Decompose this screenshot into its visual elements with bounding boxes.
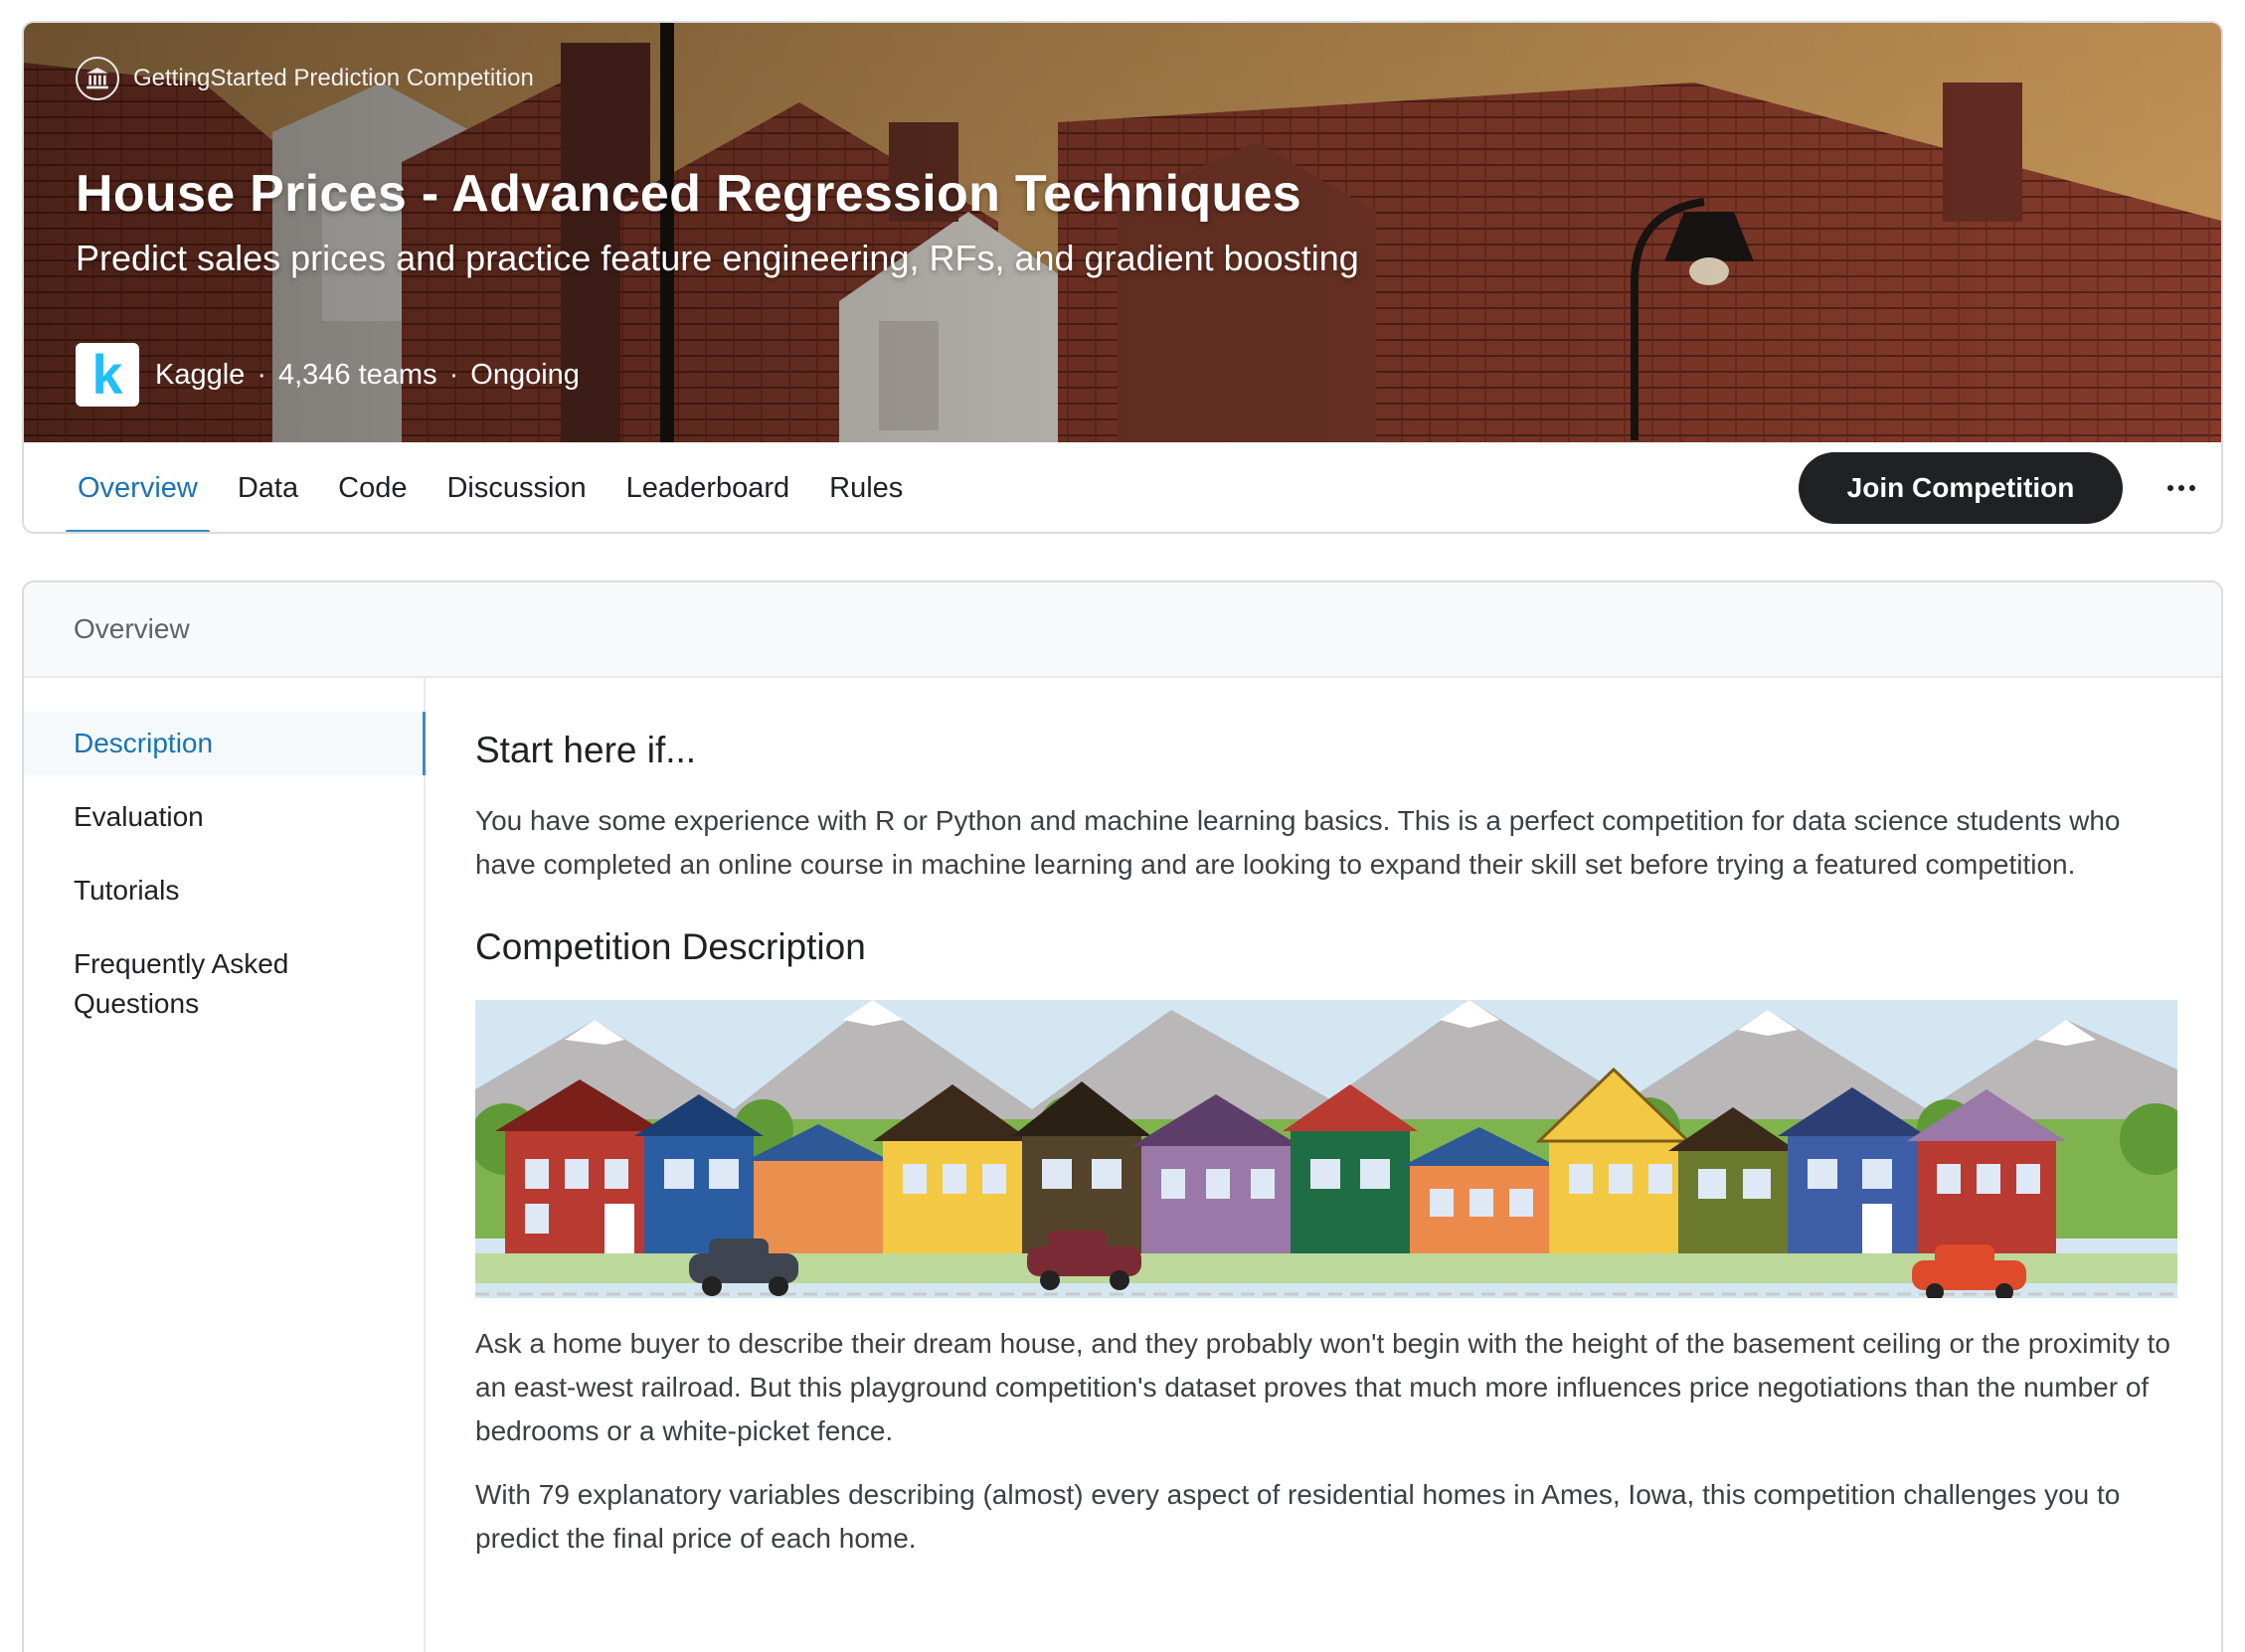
paragraph-description-1: Ask a home buyer to describe their dream… xyxy=(475,1328,2170,1446)
tab-overview[interactable]: Overview xyxy=(58,442,218,532)
competition-subtitle: Predict sales prices and practice featur… xyxy=(76,238,1359,278)
dot-icon xyxy=(2167,485,2173,491)
host-name[interactable]: Kaggle xyxy=(155,359,245,392)
sidebar-item-faq[interactable]: Frequently Asked Questions xyxy=(24,932,424,1036)
sidebar-item-evaluation[interactable]: Evaluation xyxy=(24,785,424,849)
host-info: k Kaggle · 4,346 teams · Ongoing xyxy=(76,343,580,407)
tab-code[interactable]: Code xyxy=(318,442,427,532)
tab-leaderboard[interactable]: Leaderboard xyxy=(606,442,809,532)
competition-status: Ongoing xyxy=(470,358,580,391)
dot-icon xyxy=(2189,485,2195,491)
tab-data[interactable]: Data xyxy=(218,442,318,532)
paragraph-start-here: You have some experience with R or Pytho… xyxy=(475,805,2121,880)
competition-title: House Prices - Advanced Regression Techn… xyxy=(76,165,1301,223)
kaggle-logo-icon[interactable]: k xyxy=(76,343,139,407)
overview-sidebar: Description Evaluation Tutorials Frequen… xyxy=(24,678,426,1652)
competition-type-label: GettingStarted Prediction Competition xyxy=(133,65,534,91)
dot-icon xyxy=(2178,485,2184,491)
tab-rules[interactable]: Rules xyxy=(809,442,923,532)
join-competition-button[interactable]: Join Competition xyxy=(1799,452,2123,524)
description-content: Start here if... You have some experienc… xyxy=(475,678,2177,1652)
separator-dot: · xyxy=(257,358,266,391)
competition-header: GettingStarted Prediction Competition Ho… xyxy=(22,21,2223,534)
paragraph-description-2: With 79 explanatory variables describing… xyxy=(475,1479,2121,1554)
tab-discussion[interactable]: Discussion xyxy=(427,442,605,532)
competition-type: GettingStarted Prediction Competition xyxy=(76,57,534,100)
sidebar-item-description[interactable]: Description xyxy=(24,712,426,775)
institution-icon xyxy=(76,57,119,100)
overview-panel: Overview Description Evaluation Tutorial… xyxy=(22,580,2223,1652)
heading-start-here: Start here if... xyxy=(475,730,697,770)
competition-tabs: Overview Data Code Discussion Leaderboar… xyxy=(24,442,2221,532)
team-count: 4,346 teams xyxy=(277,358,437,391)
more-options-icon[interactable] xyxy=(2159,468,2203,508)
separator-dot: · xyxy=(448,358,459,391)
houses-illustration xyxy=(475,1000,2177,1298)
heading-competition-description: Competition Description xyxy=(475,926,866,967)
competition-banner: GettingStarted Prediction Competition Ho… xyxy=(24,23,2221,442)
overview-section-title: Overview xyxy=(24,582,2221,678)
sidebar-item-tutorials[interactable]: Tutorials xyxy=(24,859,424,922)
